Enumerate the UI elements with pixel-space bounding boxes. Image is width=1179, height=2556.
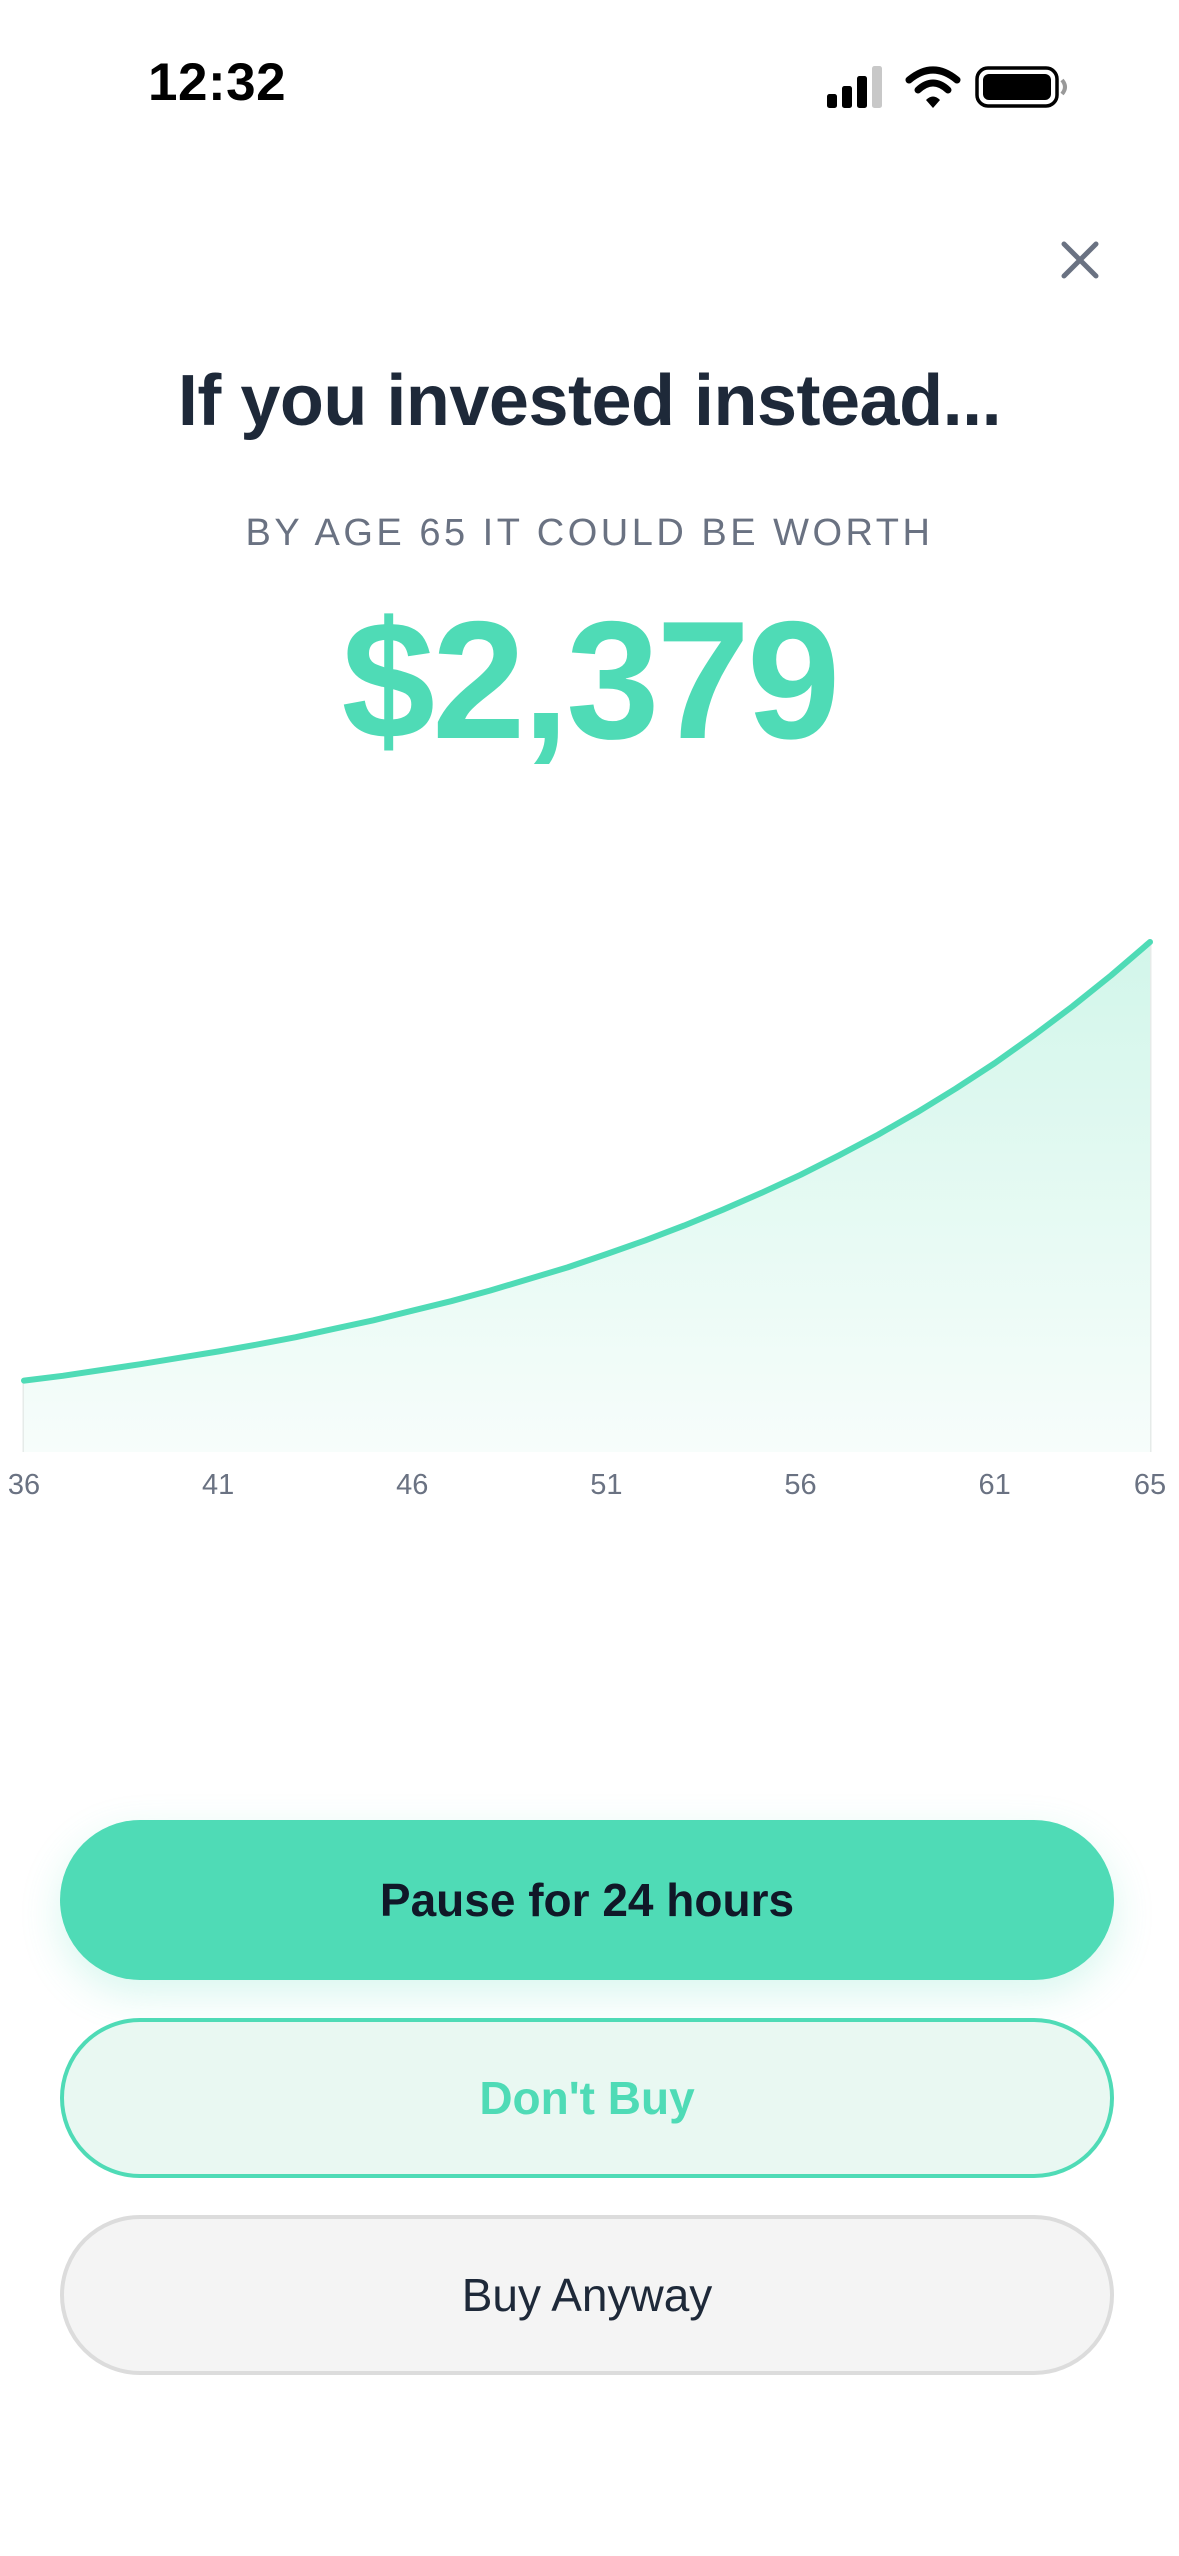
x-tick-label: 41 bbox=[202, 1469, 234, 1501]
status-bar: 12:32 bbox=[0, 0, 1179, 170]
cellular-signal-icon bbox=[827, 66, 882, 108]
wifi-icon bbox=[905, 66, 961, 108]
chart-area bbox=[24, 942, 1150, 1452]
x-tick-label: 65 bbox=[1134, 1469, 1166, 1501]
x-tick-label: 36 bbox=[8, 1469, 40, 1501]
buy-anyway-button[interactable]: Buy Anyway bbox=[60, 2215, 1114, 2375]
x-tick-label: 51 bbox=[590, 1469, 622, 1501]
chart-x-axis: 36 41 46 51 56 61 65 bbox=[8, 1469, 1166, 1501]
battery-icon bbox=[975, 66, 1067, 108]
close-button[interactable] bbox=[1048, 228, 1112, 292]
x-tick-label: 46 bbox=[396, 1469, 428, 1501]
projected-amount: $2,379 bbox=[341, 586, 841, 774]
dont-buy-button[interactable]: Don't Buy bbox=[60, 2018, 1114, 2178]
close-icon bbox=[1061, 241, 1099, 279]
page-title: If you invested instead... bbox=[177, 361, 1002, 441]
status-icons bbox=[827, 66, 1067, 108]
pause-24-hours-button[interactable]: Pause for 24 hours bbox=[60, 1820, 1114, 1980]
x-tick-label: 56 bbox=[784, 1469, 816, 1501]
projection-subtitle: BY AGE 65 IT COULD BE WORTH bbox=[245, 512, 934, 554]
growth-chart: 36 41 46 51 56 61 65 bbox=[8, 939, 1166, 1501]
x-tick-label: 61 bbox=[979, 1469, 1011, 1501]
status-time: 12:32 bbox=[148, 53, 287, 112]
